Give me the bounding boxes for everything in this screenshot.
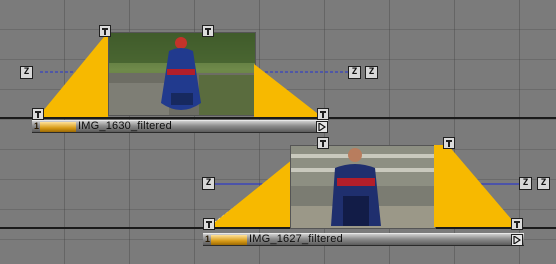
play-end-icon[interactable] [511,234,523,246]
track-2-fade-in-end-handle[interactable] [317,137,329,149]
track-2-clip-thumbnail[interactable] [290,145,436,229]
track-2-end-handle[interactable] [511,218,523,230]
track-2-z-right-button-2[interactable]: Z [537,177,550,190]
thumbnail-image-1627 [291,146,435,228]
track-2-z-left-button[interactable]: Z [202,177,215,190]
clip-name: IMG_1627_filtered [249,233,343,245]
track-2-fade-in-ramp[interactable] [209,141,294,228]
track-2-clip-bar[interactable]: 1 IMG_1627_filtered [203,233,524,246]
track-2-top-handle[interactable] [443,137,455,149]
track-2-fade-out-ramp[interactable] [434,145,520,228]
track-2-start-handle[interactable] [203,218,215,230]
track-2-z-right-button[interactable]: Z [519,177,532,190]
timeline-canvas: Z Z Z 1 IMG_1630_filtered Z Z Z 1 IMG_16… [0,0,556,264]
clip-color-swatch [211,235,247,245]
